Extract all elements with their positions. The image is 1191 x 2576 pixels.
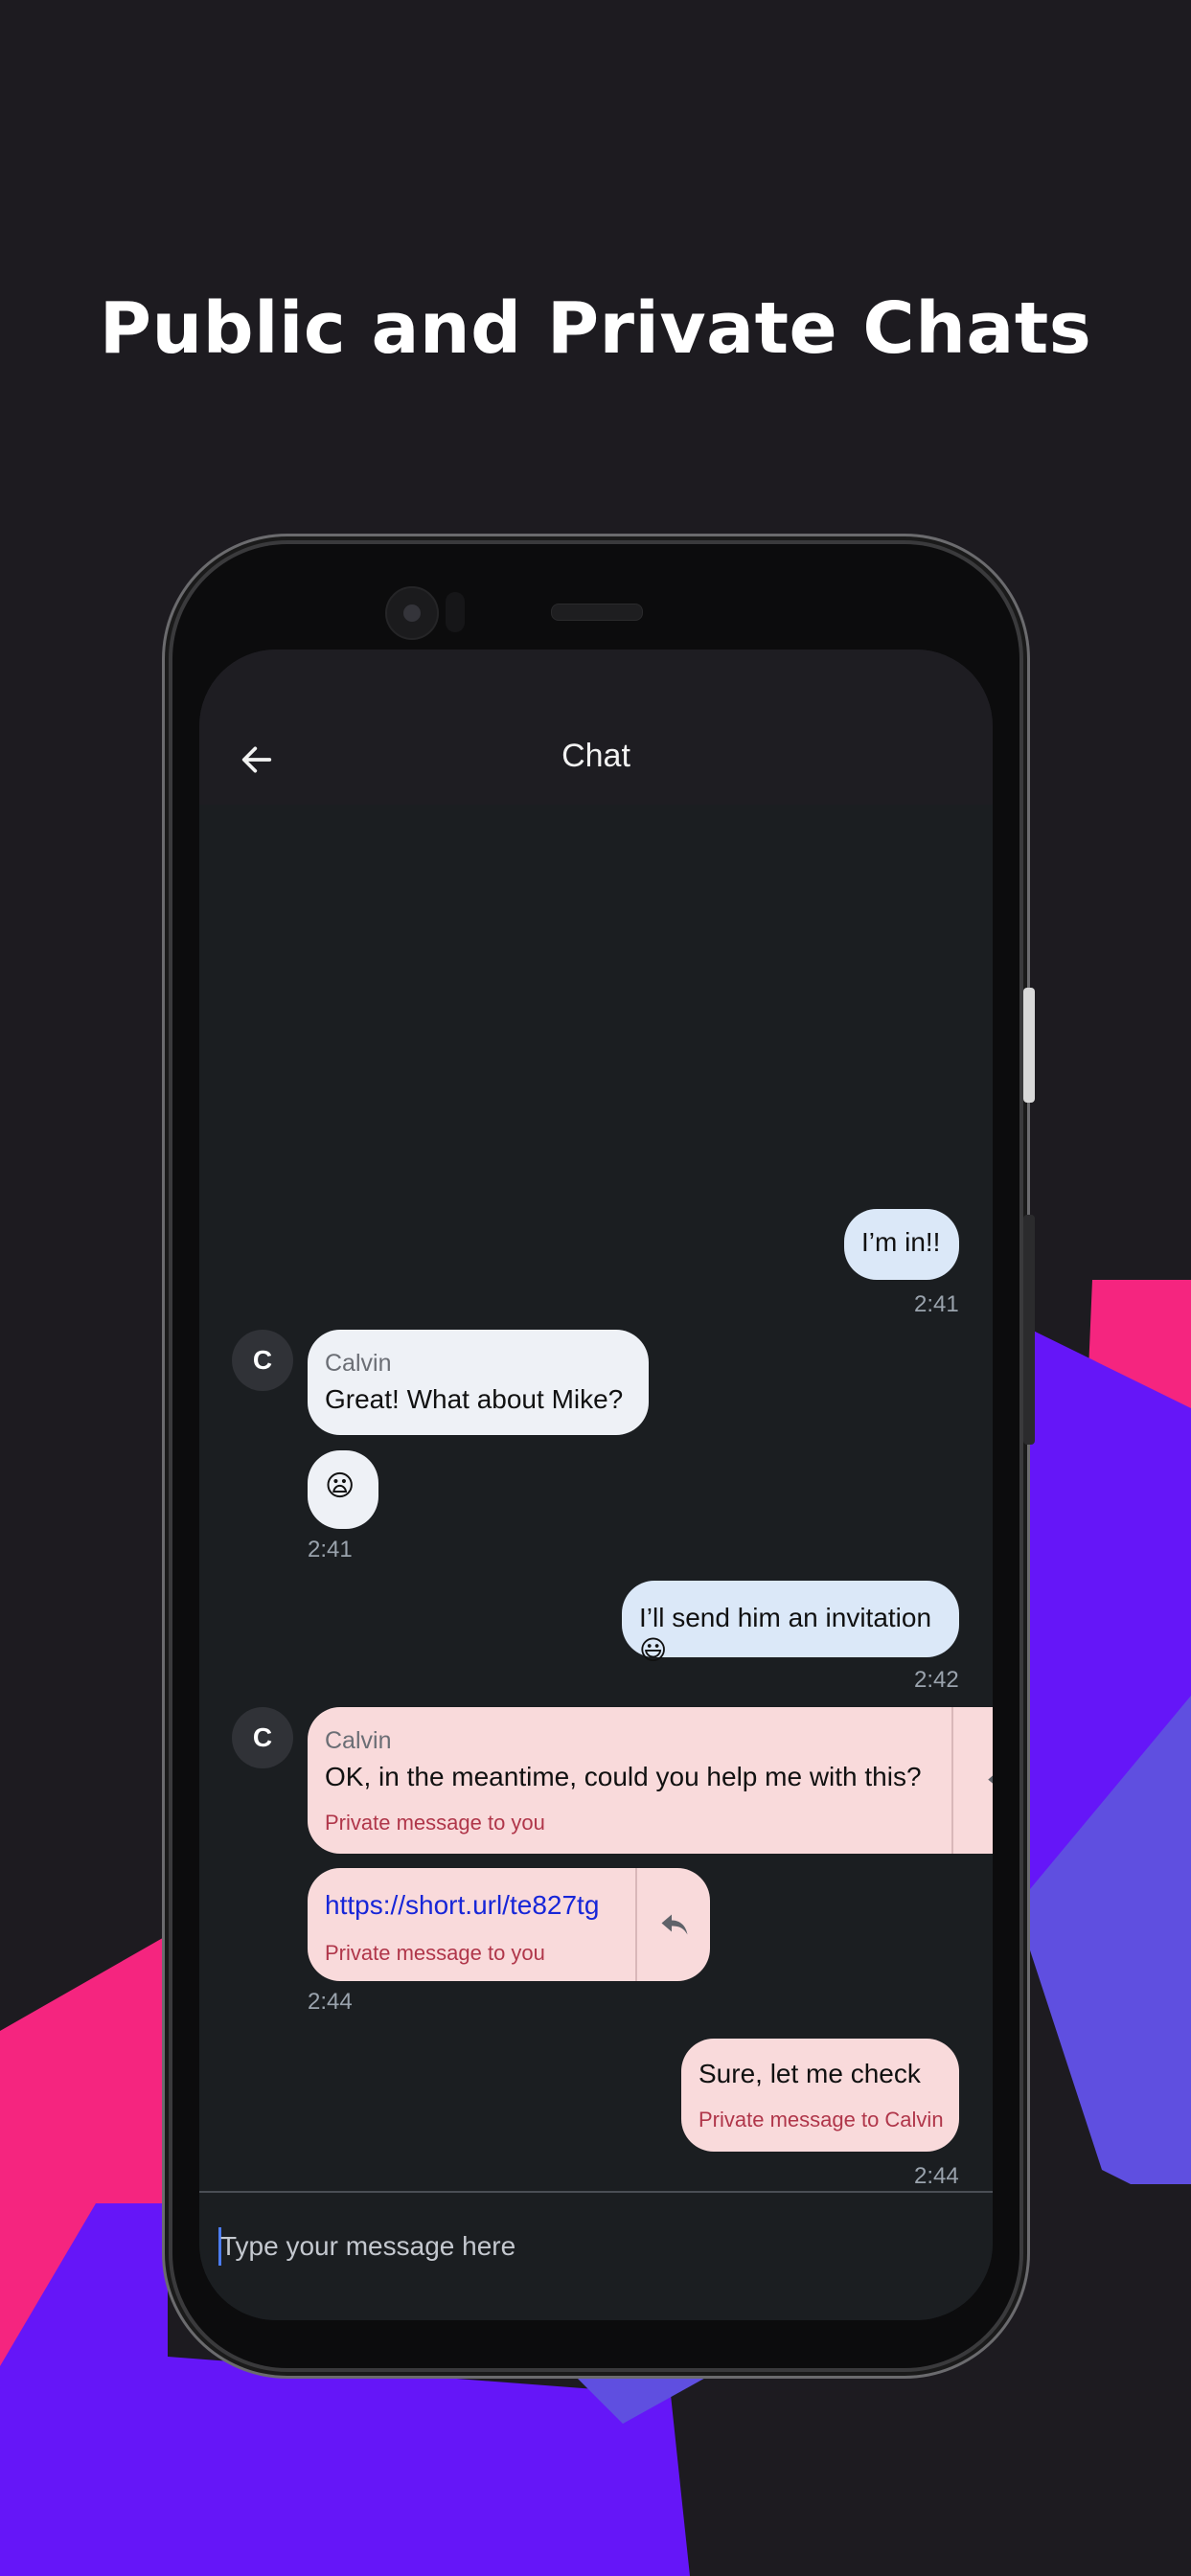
message-sender: Calvin — [325, 1727, 392, 1754]
message-time: 2:44 — [308, 1989, 353, 2015]
message-bubble-private-outgoing[interactable]: Sure, let me check Private message to Ca… — [681, 2039, 959, 2152]
message-link[interactable]: https://short.url/te827tg — [325, 1890, 599, 1920]
reply-button[interactable] — [635, 1868, 712, 1981]
avatar[interactable]: C — [232, 1707, 293, 1768]
private-message-note: Private message to you — [325, 1810, 545, 1835]
reply-icon — [661, 1914, 688, 1935]
message-time: 2:44 — [914, 2163, 959, 2189]
front-camera — [385, 586, 439, 640]
message-text: Sure, let me check — [699, 2059, 921, 2088]
phone-frame: Chat I’m in!! 2:41 C Calvin Great! What … — [172, 544, 1035, 2368]
phone-screen: Chat I’m in!! 2:41 C Calvin Great! What … — [199, 650, 993, 2320]
message-bubble-outgoing[interactable]: I’ll send him an invitation 😃 — [622, 1581, 959, 1665]
message-list[interactable]: I’m in!! 2:41 C Calvin Great! What about… — [199, 805, 993, 2242]
reply-button[interactable] — [951, 1707, 993, 1854]
chat-title: Chat — [561, 738, 630, 774]
message-emoji: 😦 — [325, 1470, 355, 1502]
page-headline: Public and Private Chats — [99, 287, 1092, 370]
message-bubble-incoming[interactable]: Calvin Great! What about Mike? — [308, 1330, 649, 1435]
message-text: OK, in the meantime, could you help me w… — [325, 1762, 922, 1791]
reply-icon — [988, 1775, 993, 1784]
message-time: 2:41 — [914, 1291, 959, 1317]
avatar[interactable]: C — [232, 1330, 293, 1391]
message-bubble-outgoing[interactable]: I’m in!! — [844, 1209, 959, 1280]
message-input[interactable] — [220, 2220, 949, 2273]
message-sender: Calvin — [325, 1350, 392, 1377]
power-button — [1023, 988, 1035, 1103]
chat-header: Chat — [199, 650, 993, 805]
private-message-note: Private message to Calvin — [699, 2107, 944, 2131]
proximity-sensor — [446, 592, 465, 632]
message-bubble-incoming[interactable]: 😦 — [308, 1450, 378, 1529]
earpiece-speaker — [551, 604, 643, 621]
message-text: I’m in!! — [861, 1227, 941, 1257]
message-time: 2:42 — [914, 1667, 959, 1693]
message-bubble-private-incoming[interactable]: https://short.url/te827tg Private messag… — [308, 1868, 710, 1981]
message-bubble-private-incoming[interactable]: Calvin OK, in the meantime, could you he… — [308, 1707, 993, 1854]
message-text: I’ll send him an invitation 😃 — [639, 1603, 932, 1665]
message-time: 2:41 — [308, 1537, 353, 1562]
volume-button — [1023, 1215, 1035, 1445]
message-text: Great! What about Mike? — [325, 1384, 624, 1414]
message-input-bar — [199, 2191, 993, 2320]
